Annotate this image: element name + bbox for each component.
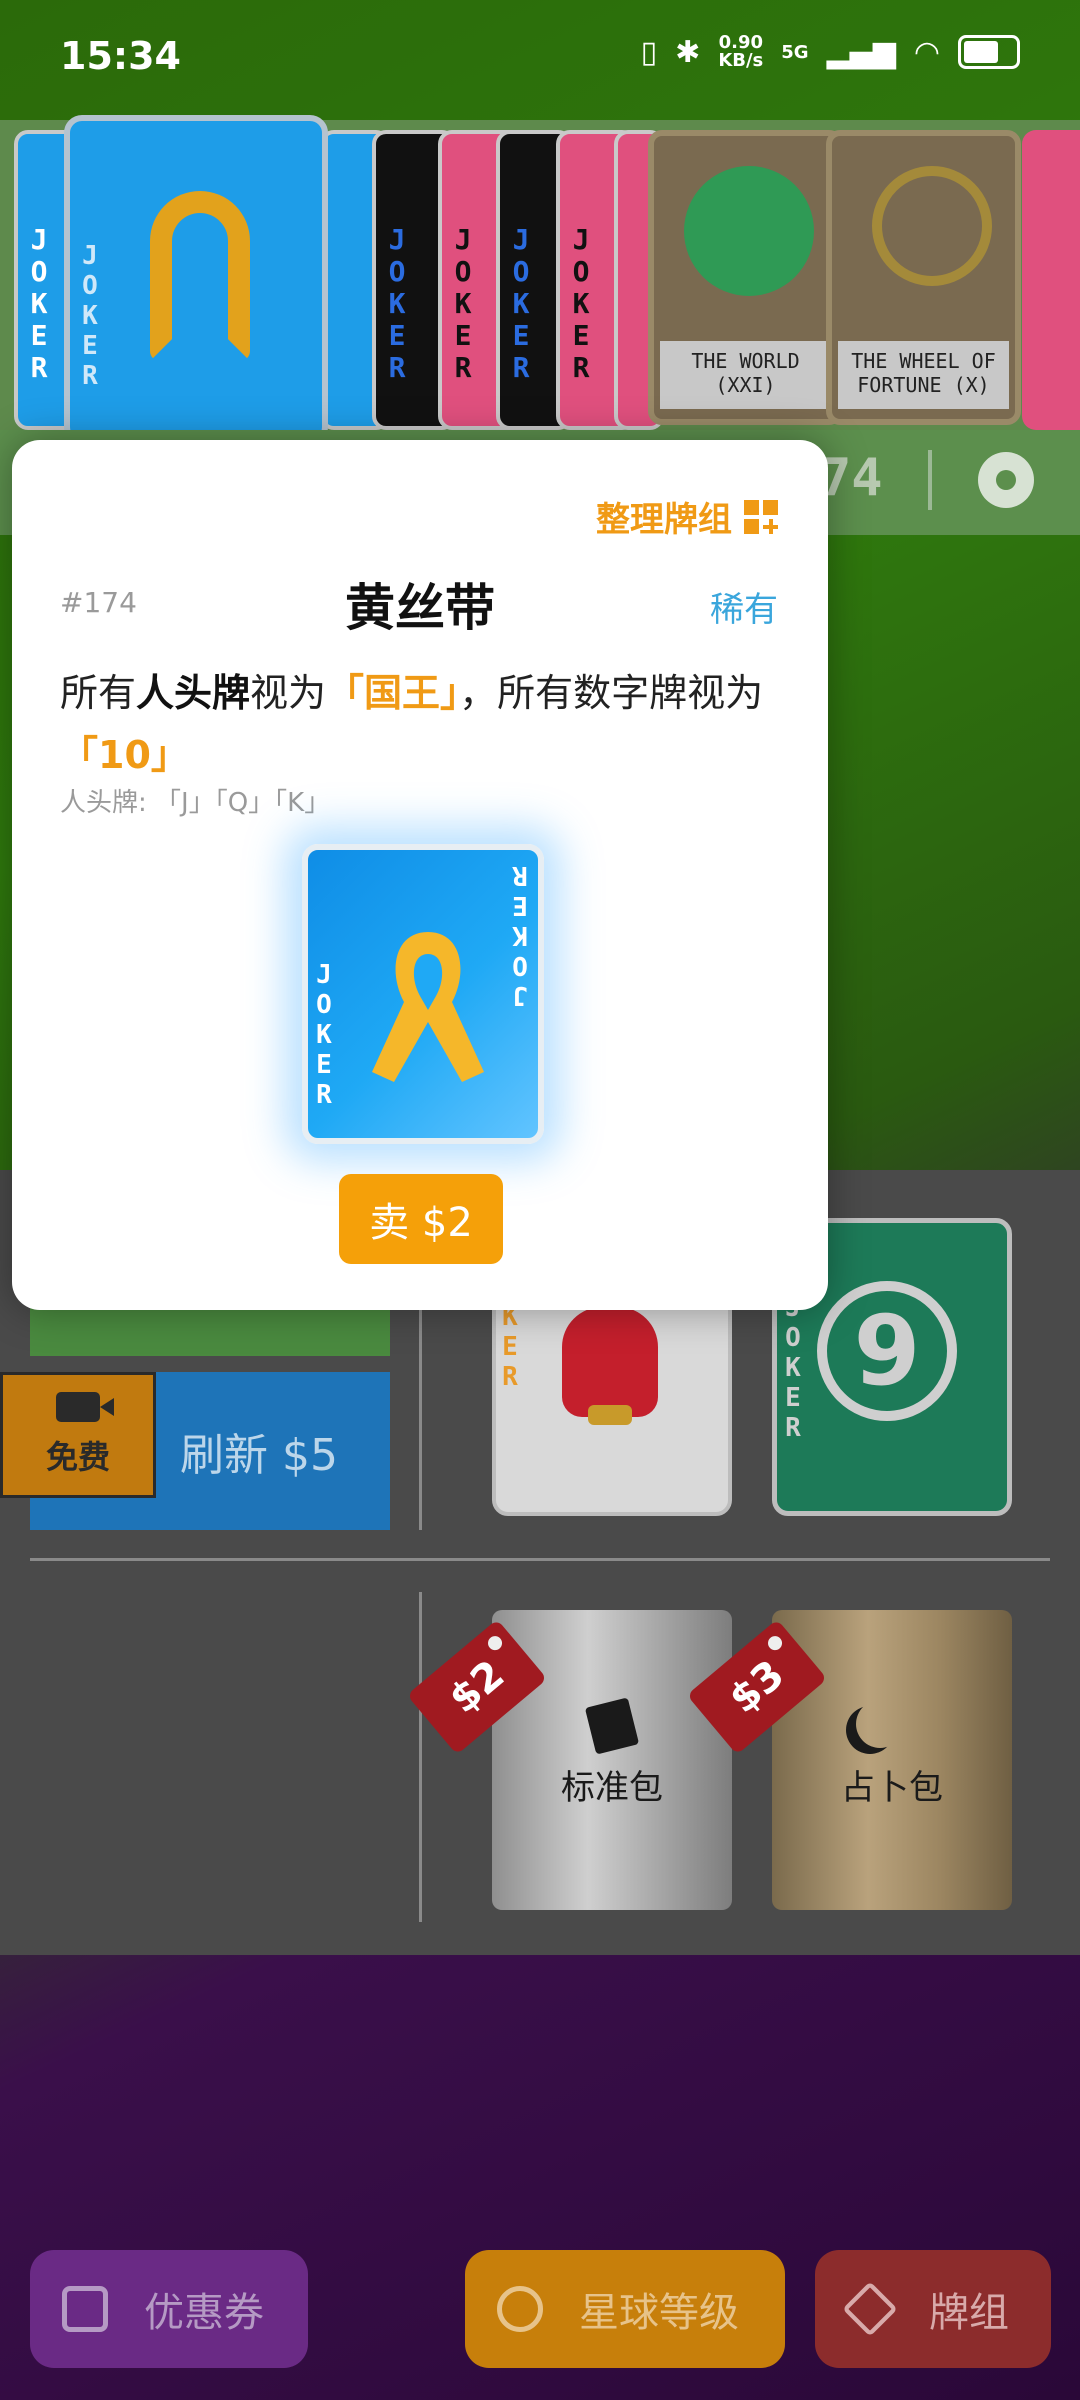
bluetooth-icon: ✱	[675, 34, 701, 70]
planet-level-button[interactable]: 星球等级	[465, 2250, 785, 2368]
card-description: 所有人头牌视为「国王」，所有数字牌视为「10」	[60, 671, 764, 777]
net-speed: 0.90 KB/s	[718, 32, 764, 71]
gear-icon[interactable]	[978, 452, 1034, 508]
vibrate-icon: ▯	[640, 34, 658, 70]
tarot-name: THE WORLD (XXI)	[660, 341, 831, 409]
status-icons: ▯ ✱ 0.90 KB/s 5G ▂▄▆ ◠	[641, 34, 1020, 70]
organize-deck-button[interactable]: 整理牌组	[596, 492, 778, 541]
layers-icon	[842, 2281, 898, 2337]
joker-label: JOKER	[785, 1293, 801, 1443]
joker-label: JOKER	[512, 223, 530, 384]
joker-label: JOKER	[572, 223, 590, 384]
video-icon	[56, 1392, 100, 1422]
tarot-name: THE WHEEL OF FORTUNE (X)	[838, 341, 1009, 409]
ribbon-icon	[150, 191, 250, 361]
tarot-card-wheel[interactable]: THE WHEEL OF FORTUNE (X)	[826, 130, 1021, 425]
card-detail-modal: 整理牌组 #174 黄丝带 稀有 所有人头牌视为「国王」，所有数字牌视为「10」…	[12, 440, 828, 1310]
wheel-art	[872, 166, 992, 286]
deck-button[interactable]: 牌组	[815, 2250, 1051, 2368]
face-card-note: 人头牌: 「J」「Q」「K」	[60, 788, 331, 818]
ribbon-icon	[372, 932, 484, 1082]
joker-label: JOKER	[30, 223, 48, 384]
cards-icon	[584, 1697, 640, 1755]
joker-label: JOKER	[388, 223, 406, 384]
rarity-label: 稀有	[710, 590, 778, 630]
divider	[419, 1592, 422, 1922]
card-preview: JOKER JOKER	[302, 844, 544, 1144]
status-time: 15:34	[60, 34, 181, 78]
wifi-icon: ◠	[913, 34, 940, 70]
sell-button[interactable]: 卖 $2	[339, 1174, 503, 1264]
moon-icon	[856, 1700, 904, 1748]
tarot-card-world[interactable]: THE WORLD (XXI)	[648, 130, 843, 425]
joker-card[interactable]	[1022, 130, 1080, 430]
joker-label: JOKER	[82, 241, 98, 391]
selected-joker-card[interactable]: JOKER	[64, 115, 328, 445]
globe-art	[684, 166, 814, 296]
ticket-icon	[62, 2286, 108, 2332]
joker-label: JOKER	[316, 960, 332, 1110]
card-title: 黄丝带	[345, 579, 495, 637]
grid-plus-icon	[744, 499, 778, 534]
deck-count: 74	[820, 448, 883, 508]
free-refresh-button[interactable]: 免费	[0, 1372, 156, 1498]
signal-icon: ▂▄▆	[826, 34, 896, 70]
joker-label: JOKER	[512, 860, 528, 1010]
nine-card-value: 9	[817, 1281, 957, 1421]
boxing-glove-icon	[562, 1307, 658, 1425]
network-type: 5G	[781, 41, 809, 63]
divider	[30, 1558, 1050, 1561]
coupon-button[interactable]: 优惠券	[30, 2250, 308, 2368]
joker-label: JOKER	[454, 223, 472, 384]
divider	[928, 450, 932, 510]
battery-icon	[958, 35, 1020, 69]
globe-icon	[497, 2286, 543, 2332]
